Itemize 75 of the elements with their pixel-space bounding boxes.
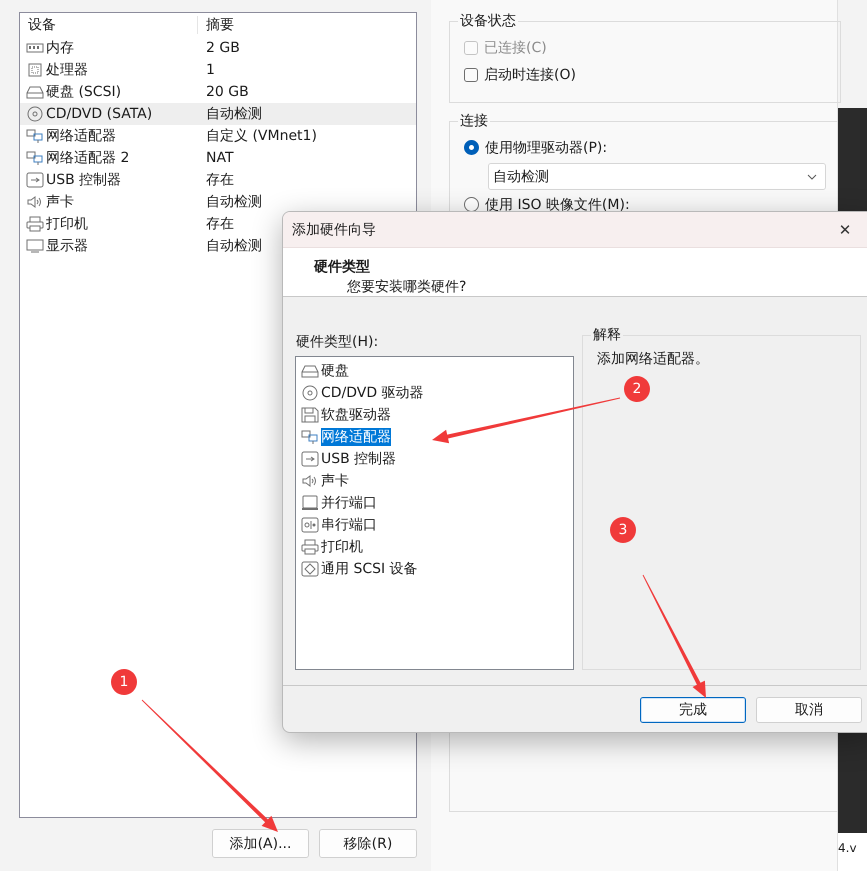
device-name: USB 控制器 bbox=[46, 171, 122, 189]
device-summary: 20 GB bbox=[205, 84, 249, 100]
device-row[interactable]: USB 控制器 存在 bbox=[20, 169, 416, 191]
disc-icon bbox=[301, 385, 319, 401]
printer-icon bbox=[301, 539, 319, 555]
chevron-down-icon bbox=[807, 174, 817, 180]
device-name: 网络适配器 2 bbox=[46, 149, 130, 167]
step-subtitle: 您要安装哪类硬件? bbox=[346, 278, 468, 296]
device-summary: 自动检测 bbox=[205, 193, 262, 211]
device-name: 网络适配器 bbox=[46, 127, 116, 145]
group-title: 解释 bbox=[592, 326, 622, 344]
device-name: 硬盘 (SCSI) bbox=[46, 83, 122, 101]
device-summary: 自动检测 bbox=[205, 105, 262, 123]
step-title: 硬件类型 bbox=[314, 258, 371, 276]
network-icon bbox=[26, 150, 44, 166]
device-name: CD/DVD (SATA) bbox=[46, 106, 152, 122]
chip-icon bbox=[26, 62, 44, 78]
hardware-item[interactable]: 通用 SCSI 设备 bbox=[321, 560, 418, 578]
remove-button[interactable]: 移除(R) bbox=[319, 829, 417, 858]
checkbox[interactable]: 启动时连接(O) bbox=[464, 61, 826, 88]
dialog-title: 添加硬件向导 bbox=[292, 220, 376, 238]
port-icon bbox=[301, 495, 319, 511]
device-name: 处理器 bbox=[46, 61, 88, 79]
hardware-item[interactable]: 硬盘 bbox=[321, 362, 349, 380]
device-name: 声卡 bbox=[46, 193, 74, 211]
diamond-icon bbox=[301, 561, 319, 577]
device-name: 打印机 bbox=[46, 215, 88, 233]
device-row[interactable]: 声卡 自动检测 bbox=[20, 191, 416, 213]
usb-icon bbox=[26, 172, 44, 188]
device-summary: NAT bbox=[205, 150, 234, 166]
printer-icon bbox=[26, 216, 44, 232]
device-summary: 2 GB bbox=[205, 40, 240, 56]
device-summary: 1 bbox=[205, 62, 215, 78]
usb-icon bbox=[301, 451, 319, 467]
disc-icon bbox=[26, 106, 44, 122]
port-icon bbox=[301, 517, 319, 533]
device-row[interactable]: CD/DVD (SATA) 自动检测 bbox=[20, 103, 416, 125]
explanation-text: 添加网络适配器。 bbox=[597, 351, 709, 367]
network-icon bbox=[301, 429, 319, 445]
device-summary: 自定义 (VMnet1) bbox=[205, 127, 317, 145]
cancel-button[interactable]: 取消 bbox=[756, 697, 862, 723]
hardware-item[interactable]: 打印机 bbox=[321, 538, 363, 556]
group-title: 设备状态 bbox=[459, 12, 517, 30]
column-header[interactable]: 摘要 bbox=[198, 16, 234, 34]
close-button[interactable]: ✕ bbox=[822, 212, 867, 247]
device-name: 内存 bbox=[46, 39, 74, 57]
device-row[interactable]: 内存 2 GB bbox=[20, 37, 416, 59]
floppy-icon bbox=[301, 407, 319, 423]
finish-button[interactable]: 完成 bbox=[640, 697, 746, 723]
network-icon bbox=[26, 128, 44, 144]
drive-dropdown[interactable]: 自动检测 bbox=[488, 163, 826, 190]
list-label: 硬件类型(H): bbox=[296, 333, 380, 350]
add-button[interactable]: 添加(A)... bbox=[212, 829, 309, 858]
device-row[interactable]: 网络适配器 2 NAT bbox=[20, 147, 416, 169]
device-row[interactable]: 处理器 1 bbox=[20, 59, 416, 81]
hardware-item[interactable]: 软盘驱动器 bbox=[321, 406, 391, 424]
speaker-icon bbox=[26, 194, 44, 210]
hardware-item[interactable]: 并行端口 bbox=[321, 494, 377, 512]
radio-option[interactable]: 使用物理驱动器(P): bbox=[464, 134, 826, 161]
device-row[interactable]: 网络适配器 自定义 (VMnet1) bbox=[20, 125, 416, 147]
group-title: 连接 bbox=[459, 112, 489, 130]
speaker-icon bbox=[301, 473, 319, 489]
hardware-item[interactable]: 串行端口 bbox=[321, 516, 377, 534]
device-summary: 自动检测 bbox=[205, 237, 262, 255]
window-edge-text: 4.v bbox=[838, 841, 857, 856]
device-summary: 存在 bbox=[205, 171, 234, 189]
device-summary: 存在 bbox=[205, 215, 234, 233]
monitor-icon bbox=[26, 238, 44, 254]
hardware-item[interactable]: USB 控制器 bbox=[321, 450, 396, 468]
hardware-item[interactable]: CD/DVD 驱动器 bbox=[321, 384, 424, 402]
column-header[interactable]: 设备 bbox=[20, 16, 198, 34]
device-name: 显示器 bbox=[46, 237, 88, 255]
hardware-item[interactable]: 声卡 bbox=[321, 472, 349, 490]
device-row[interactable]: 硬盘 (SCSI) 20 GB bbox=[20, 81, 416, 103]
hardware-item[interactable]: 网络适配器 bbox=[321, 428, 391, 446]
